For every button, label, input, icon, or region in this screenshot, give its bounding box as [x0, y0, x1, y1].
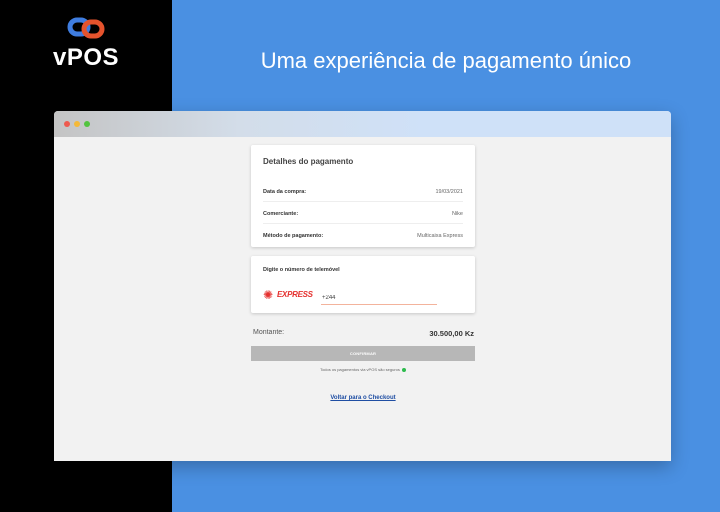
detail-label: Data da compra: — [263, 189, 307, 195]
divider — [263, 201, 463, 202]
vpos-logo-icon — [67, 17, 105, 39]
multicaixa-express-logo: ✺ EXPRESS — [263, 289, 315, 301]
brand-name: vPOS — [52, 44, 120, 71]
minimize-window-button[interactable] — [74, 121, 80, 127]
phone-title: Digite o número de telemóvel — [263, 267, 340, 273]
detail-label: Comerciante: — [263, 211, 299, 217]
detail-label: Método de pagamento: — [263, 233, 324, 239]
back-to-checkout-link[interactable]: Voltar para o Checkout — [251, 395, 475, 401]
express-logo-text: EXPRESS — [277, 290, 313, 299]
payment-details-card: Detalhes do pagamento Data da compra: 19… — [251, 145, 475, 247]
close-window-button[interactable] — [64, 121, 70, 127]
amount-value: 30.500,00 Kz — [429, 329, 474, 338]
detail-row-method: Método de pagamento: Multicaixa Express — [263, 233, 463, 243]
phone-number-input[interactable] — [321, 291, 437, 305]
detail-value: 19/03/2021 — [435, 189, 463, 195]
headline: Uma experiência de pagamento único — [260, 48, 632, 73]
detail-row-merchant: Comerciante: Nike — [263, 211, 463, 221]
detail-value: Multicaixa Express — [417, 233, 463, 239]
detail-row-date: Data da compra: 19/03/2021 — [263, 189, 463, 199]
secure-note-text: Todos os pagamentos via vPOS são seguros — [320, 367, 400, 372]
confirm-button[interactable]: CONFIRMAR — [251, 346, 475, 361]
amount-label: Montante: — [253, 329, 285, 336]
express-star-icon: ✺ — [263, 288, 274, 302]
maximize-window-button[interactable] — [84, 121, 90, 127]
phone-card: Digite o número de telemóvel ✺ EXPRESS — [251, 256, 475, 313]
detail-value: Nike — [451, 211, 463, 217]
browser-window: Detalhes do pagamento Data da compra: 19… — [54, 111, 671, 461]
divider — [263, 223, 463, 224]
payment-details-title: Detalhes do pagamento — [263, 157, 354, 166]
secure-note: Todos os pagamentos via vPOS são seguros — [251, 367, 475, 372]
secure-shield-icon — [401, 367, 406, 372]
browser-title-bar — [54, 111, 671, 137]
